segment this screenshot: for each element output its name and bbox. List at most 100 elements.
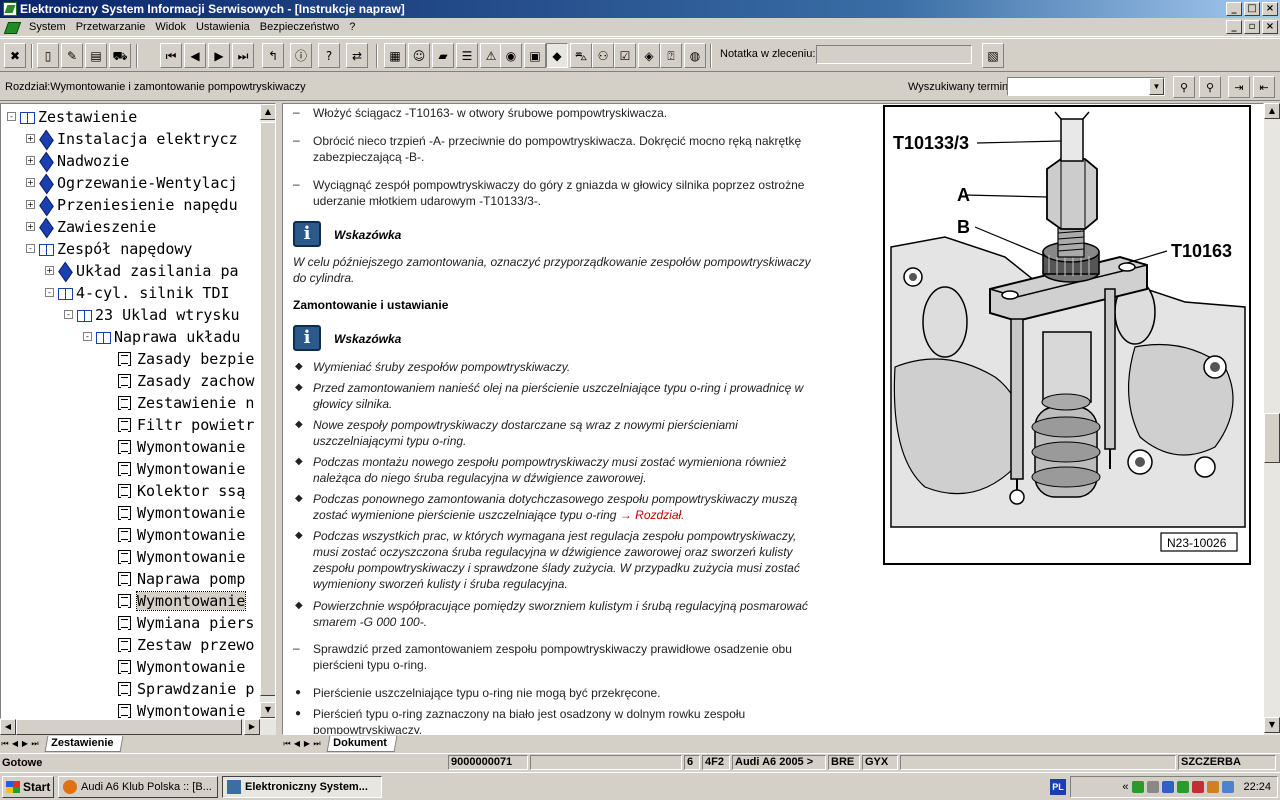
doc-tab-next-icon[interactable]: ▶ bbox=[302, 738, 312, 750]
doc-sync-icon[interactable]: ⇤ bbox=[1253, 76, 1275, 98]
new-doc-icon[interactable]: ▯ bbox=[37, 43, 59, 68]
tree-item[interactable]: Zestawienie n bbox=[118, 392, 254, 413]
collapse-icon[interactable]: - bbox=[83, 332, 92, 341]
tray-expand-icon[interactable]: « bbox=[1122, 781, 1128, 793]
tab-next-icon[interactable]: ▶ bbox=[20, 738, 30, 750]
collapse-icon[interactable]: - bbox=[45, 288, 54, 297]
tree-sync-icon[interactable]: ⇥ bbox=[1228, 76, 1250, 98]
tree-pane[interactable]: - Zestawienie + Instalacja elektrycz + Nadwoz… bbox=[0, 103, 276, 719]
doc-scroll-thumb[interactable] bbox=[1264, 413, 1280, 463]
tree-item[interactable]: - Naprawa układu bbox=[83, 326, 240, 347]
vehicle-icon[interactable]: ⛍ bbox=[570, 43, 592, 68]
tree-item[interactable]: Wymontowanie bbox=[118, 700, 245, 718]
exit-icon[interactable]: ✖ bbox=[4, 43, 26, 68]
tree-item[interactable]: Zasady bezpie bbox=[118, 348, 254, 369]
tree-hscrollbar[interactable]: ◀ ▶ bbox=[0, 719, 276, 735]
save-icon[interactable]: ▣ bbox=[524, 43, 546, 68]
tree-hscroll-thumb[interactable] bbox=[16, 719, 242, 735]
scroll-up-icon[interactable]: ▲ bbox=[260, 104, 275, 120]
expand-icon[interactable]: + bbox=[45, 266, 54, 275]
menu-widok[interactable]: Widok bbox=[150, 21, 191, 33]
question-doc-icon[interactable]: ⍰ bbox=[660, 43, 682, 68]
earth-icon[interactable]: ◍ bbox=[684, 43, 706, 68]
clock[interactable]: 22:24 bbox=[1243, 781, 1271, 793]
tree-item[interactable]: Kolektor ssą bbox=[118, 480, 245, 501]
search-person-icon[interactable]: ⚇ bbox=[592, 43, 614, 68]
expand-icon[interactable]: + bbox=[26, 178, 35, 187]
menu-help[interactable]: ? bbox=[344, 21, 360, 33]
tab-last-icon[interactable]: ⏭ bbox=[30, 738, 40, 750]
scroll-right-icon[interactable]: ▶ bbox=[244, 719, 260, 735]
search-input[interactable]: ▼ bbox=[1007, 77, 1165, 96]
tree-item[interactable]: + Układ zasilania pa bbox=[45, 260, 239, 281]
window-titlebar[interactable]: Elektroniczny System Informacji Serwisow… bbox=[0, 0, 1280, 18]
tree-item[interactable]: Wymiana piers bbox=[118, 612, 254, 633]
expand-icon[interactable]: + bbox=[26, 156, 35, 165]
antivirus-icon[interactable] bbox=[1192, 781, 1205, 793]
prev-page-icon[interactable]: ◀ bbox=[184, 43, 206, 68]
tab-zestawienie[interactable]: Zestawienie bbox=[44, 736, 124, 752]
tree-item[interactable]: Filtr powietr bbox=[118, 414, 254, 435]
menu-system[interactable]: System bbox=[24, 21, 71, 33]
close-button[interactable]: × bbox=[1262, 2, 1278, 16]
book-icon[interactable]: ▰ bbox=[432, 43, 454, 68]
tree-item[interactable]: Wymontowanie bbox=[118, 524, 245, 545]
doc-scroll-down-icon[interactable]: ▼ bbox=[1264, 717, 1280, 733]
tree-item[interactable]: + Przeniesienie napędu bbox=[26, 194, 238, 215]
chapter-link[interactable]: → Rozdział. bbox=[620, 508, 685, 522]
doc-restore-button[interactable]: ▫ bbox=[1244, 20, 1260, 34]
tree-scrollbar[interactable]: ▲ ▼ bbox=[260, 104, 275, 718]
tree-item[interactable]: Wymontowanie bbox=[118, 590, 247, 611]
info-icon[interactable]: ⓘ bbox=[290, 43, 312, 68]
update-icon[interactable] bbox=[1207, 781, 1220, 793]
doc-tab-last-icon[interactable]: ⏭ bbox=[312, 738, 322, 750]
tree-item[interactable]: - 4-cyl. silnik TDI bbox=[45, 282, 230, 303]
doc-minimize-button[interactable]: _ bbox=[1226, 20, 1242, 34]
chevron-down-icon[interactable]: ▼ bbox=[1149, 78, 1164, 95]
first-page-icon[interactable]: ⏮ bbox=[160, 43, 182, 68]
tree-item[interactable]: - Zestawienie bbox=[7, 106, 137, 127]
tree-item[interactable]: Wymontowanie bbox=[118, 458, 245, 479]
search-prev-icon[interactable]: ⚲ bbox=[1173, 76, 1195, 98]
tree-item[interactable]: Sprawdzanie p bbox=[118, 678, 254, 699]
monitor-icon[interactable] bbox=[1162, 781, 1175, 793]
list-icon[interactable]: ☰ bbox=[456, 43, 478, 68]
tree-item[interactable]: Wymontowanie bbox=[118, 436, 245, 457]
notes-icon[interactable]: ▤ bbox=[85, 43, 107, 68]
edit-doc-icon[interactable]: ✎ bbox=[61, 43, 83, 68]
expand-icon[interactable]: + bbox=[26, 134, 35, 143]
help-icon[interactable]: ? bbox=[318, 43, 340, 68]
tree-item[interactable]: Naprawa pomp bbox=[118, 568, 245, 589]
tree-item[interactable]: Zestaw przewo bbox=[118, 634, 254, 655]
scroll-left-icon[interactable]: ◀ bbox=[0, 719, 16, 735]
tree-item[interactable]: + Zawieszenie bbox=[26, 216, 156, 237]
search-next-icon[interactable]: ⚲ bbox=[1199, 76, 1221, 98]
doc-tab-prev-icon[interactable]: ◀ bbox=[292, 738, 302, 750]
tree-scroll-thumb[interactable] bbox=[260, 122, 275, 696]
tree-item[interactable]: Zasady zachow bbox=[118, 370, 254, 391]
tree-item[interactable]: Wymontowanie bbox=[118, 502, 245, 523]
tab-dokument[interactable]: Dokument bbox=[326, 736, 398, 752]
menu-ustawienia[interactable]: Ustawienia bbox=[191, 21, 255, 33]
expand-icon[interactable]: + bbox=[26, 200, 35, 209]
taskbar-app[interactable]: Elektroniczny System... bbox=[222, 776, 382, 798]
minimize-button[interactable]: _ bbox=[1226, 2, 1242, 16]
warning-icon[interactable]: ⚠ bbox=[480, 43, 502, 68]
network-icon[interactable] bbox=[1132, 781, 1145, 793]
bookmark-icon[interactable]: ◈ bbox=[638, 43, 660, 68]
tree-item[interactable]: Wymontowanie bbox=[118, 546, 245, 567]
car-icon[interactable]: ⛟ bbox=[109, 43, 131, 68]
tree-item[interactable]: Wymontowanie bbox=[118, 656, 245, 677]
globe-icon[interactable]: ◉ bbox=[500, 43, 522, 68]
tree-item[interactable]: - Zespół napędowy bbox=[26, 238, 192, 259]
menu-bezpieczenstwo[interactable]: Bezpieczeństwo bbox=[255, 21, 345, 33]
tree-item[interactable]: - 23 Uklad wtrysku bbox=[64, 304, 240, 325]
tree-item[interactable]: + Instalacja elektrycz bbox=[26, 128, 238, 149]
doc-scroll-up-icon[interactable]: ▲ bbox=[1264, 103, 1280, 119]
document-menu-icon[interactable] bbox=[4, 20, 20, 34]
doc-close-button[interactable]: × bbox=[1262, 20, 1278, 34]
grid-icon[interactable]: ▦ bbox=[384, 43, 406, 68]
scroll-down-icon[interactable]: ▼ bbox=[260, 702, 275, 718]
menu-przetwarzanie[interactable]: Przetwarzanie bbox=[71, 21, 151, 33]
taskbar-browser[interactable]: Audi A6 Klub Polska :: [B... bbox=[58, 776, 218, 798]
